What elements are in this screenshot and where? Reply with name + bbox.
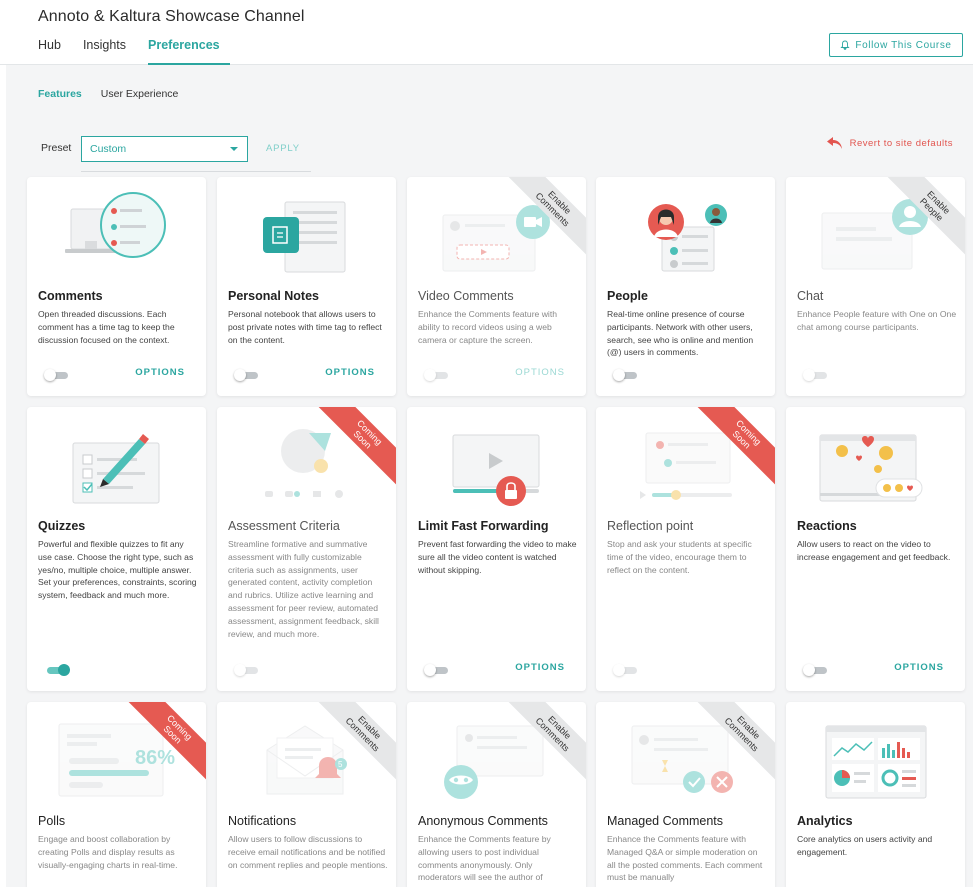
feature-card-assessment-criteria: Coming Soon Assessment Criteria Streamlin… [217,407,396,691]
bell-icon [840,40,850,50]
feature-card-managed-comments: Enable Comments Managed Comments Enhance … [596,702,775,887]
personal-notes-options-button[interactable]: OPTIONS [325,367,375,378]
preset-label: Preset [41,142,72,154]
card-description: Powerful and flexible quizzes to fit any… [38,539,197,601]
preset-value: Custom [90,143,127,155]
card-description: Real-time online presence of course part… [607,309,754,358]
subtab-features[interactable]: Features [38,88,82,100]
tab-hub[interactable]: Hub [38,38,61,65]
analytics-illustration-icon [825,725,927,799]
feature-card-personal-notes: Personal Notes Personal notebook that al… [217,177,396,396]
card-title: Video Comments [418,289,514,303]
caret-down-icon [230,147,238,151]
reactions-options-button[interactable]: OPTIONS [894,662,944,673]
card-title: Personal Notes [228,289,320,303]
card-title: Anonymous Comments [418,814,548,828]
channel-title: Annoto & Kaltura Showcase Channel [38,8,305,25]
card-description: Enhance the Comments feature with Manage… [607,834,763,883]
tab-insights[interactable]: Insights [83,38,126,65]
revert-label: Revert to site defaults [849,137,953,149]
comments-options-button[interactable]: OPTIONS [135,367,185,378]
follow-course-label: Follow This Course [855,39,952,51]
card-description: Enhance the Comments feature with abilit… [418,309,558,345]
feature-card-anonymous-comments: Enable Comments Anonymous Comments Enhanc… [407,702,586,887]
follow-course-button[interactable]: Follow This Course [829,33,963,57]
limit-fast-forwarding-options-button[interactable]: OPTIONS [515,662,565,673]
card-title: Analytics [797,814,853,828]
feature-card-reflection-point: Coming Soon Reflection point Stop and ask… [596,407,775,691]
feature-card-reactions: Reactions Allow users to react on the vi… [786,407,965,691]
card-description: Personal notebook that allows users to p… [228,309,382,345]
notes-illustration-icon [263,201,346,273]
card-description: Prevent fast forwarding the video to mak… [418,539,577,575]
revert-defaults-button[interactable]: Revert to site defaults [826,135,953,151]
notification-count-badge: 5 [338,760,343,769]
reflection-point-toggle[interactable] [613,664,638,676]
card-title: Comments [38,289,103,303]
limit-fast-forwarding-toggle[interactable] [424,664,449,676]
card-title: Assessment Criteria [228,519,340,533]
card-title: Reactions [797,519,857,533]
video-comments-toggle[interactable] [424,369,449,381]
main-nav: Hub Insights Preferences [38,38,252,65]
video-comments-options-button[interactable]: OPTIONS [515,367,565,378]
card-title: Reflection point [607,519,694,533]
reactions-toggle[interactable] [803,664,828,676]
card-title: Quizzes [38,519,86,533]
top-bar: Annoto & Kaltura Showcase Channel Hub In… [0,0,973,65]
preferences-panel: Features User Experience Preset Custom A… [6,65,973,887]
feature-card-quizzes: Quizzes Powerful and flexible quizzes to… [27,407,206,691]
people-toggle[interactable] [613,369,638,381]
assessment-criteria-toggle[interactable] [234,664,259,676]
card-title: People [607,289,648,303]
card-title: Limit Fast Forwarding [418,519,549,533]
card-description: Streamline formative and summative asses… [228,539,379,639]
people-illustration-icon [648,204,727,272]
lock-video-illustration-icon [452,434,540,506]
feature-card-chat: Enable People Chat Enhance People feature… [786,177,965,396]
personal-notes-toggle[interactable] [234,369,259,381]
card-title: Polls [38,814,66,828]
feature-card-comments: Comments Open threaded discussions. Each… [27,177,206,396]
feature-card-notifications: 5 Enable Comments Notifications Allow use… [217,702,396,887]
card-description: Stop and ask your students at specific t… [607,539,752,575]
feature-card-people: People Real-time online presence of cour… [596,177,775,396]
comments-illustration-icon [65,192,166,258]
feature-card-video-comments: Enable Comments Video Comments Enhance th… [407,177,586,396]
reactions-illustration-icon [819,434,923,502]
preset-select[interactable]: Custom [81,136,248,162]
poll-percentage: 86% [135,747,175,769]
tab-preferences[interactable]: Preferences [148,38,230,65]
feature-card-limit-fast-forwarding: Limit Fast Forwarding Prevent fast forwa… [407,407,586,691]
quizzes-illustration-icon [72,434,160,504]
chat-toggle[interactable] [803,369,828,381]
card-description: Enhance People feature with One on One c… [797,309,957,332]
subtab-user-experience[interactable]: User Experience [101,88,179,100]
card-title: Managed Comments [607,814,724,828]
comments-toggle[interactable] [44,369,69,381]
card-description: Allow users to react on the video to inc… [797,539,951,562]
feature-card-analytics: Analytics Core analytics on users activi… [786,702,965,887]
card-description: Engage and boost collaboration by creati… [38,834,178,870]
feature-card-polls: 86% Coming Soon Polls Engage and boost co… [27,702,206,887]
apply-button[interactable]: APPLY [266,143,300,154]
card-title: Chat [797,289,824,303]
card-description: Open threaded discussions. Each comment … [38,309,175,345]
card-description: Enhance the Comments feature by allowing… [418,834,551,883]
undo-arrow-icon [826,137,842,149]
card-description: Core analytics on users activity and eng… [797,834,933,857]
preset-divider [81,171,311,172]
card-description: Allow users to follow discussions to rec… [228,834,388,870]
card-title: Notifications [228,814,297,828]
subtabs: Features User Experience [38,88,178,100]
quizzes-toggle[interactable] [44,664,70,676]
